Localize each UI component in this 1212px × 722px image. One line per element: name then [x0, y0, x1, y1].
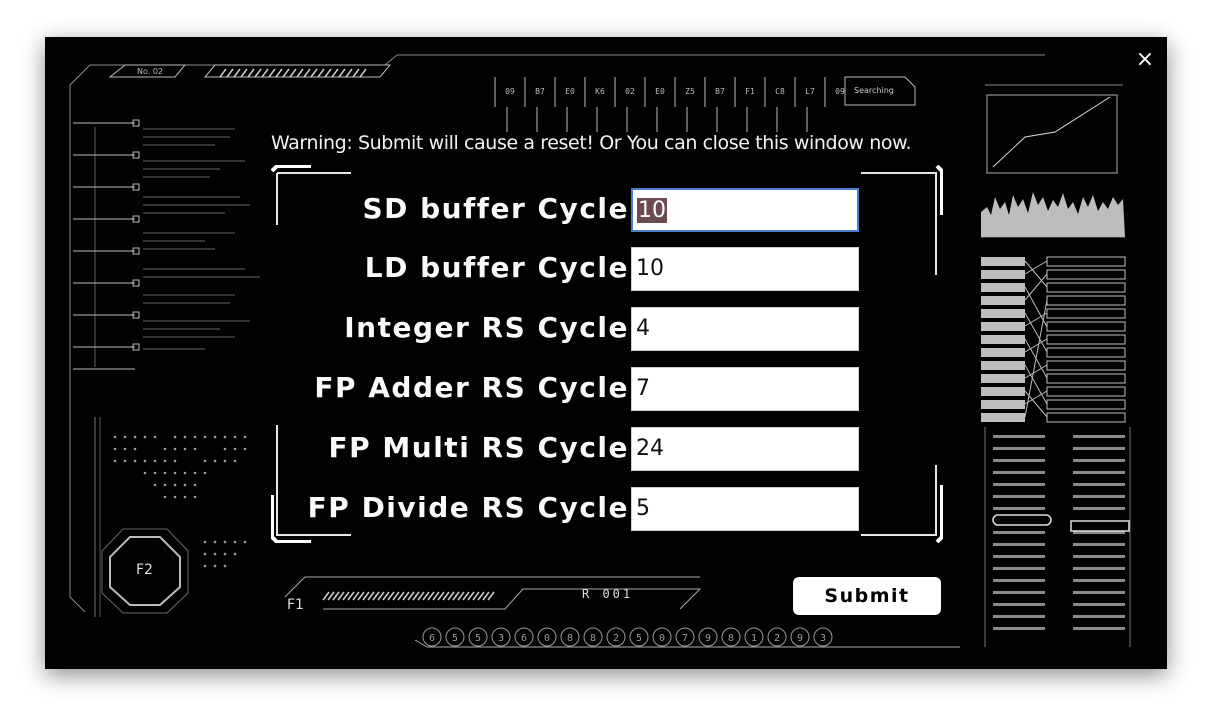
hud-digit: 2 — [613, 633, 619, 644]
hud-digit: 7 — [682, 633, 688, 644]
hud-digit: 9 — [797, 633, 803, 644]
hud-octagon-label: F2 — [136, 562, 153, 578]
hud-code: E0 — [565, 87, 575, 96]
fp-multi-rs-cycle-input[interactable]: 24 — [631, 427, 859, 471]
field-row-fp-multi-rs: FP Multi RS Cycle 24 — [271, 425, 871, 471]
field-label-integer-rs: Integer RS Cycle — [344, 311, 629, 344]
fp-divide-rs-cycle-input[interactable]: 5 — [631, 487, 859, 531]
hud-digit: 5 — [636, 633, 642, 644]
field-label-ld-buffer: LD buffer Cycle — [364, 251, 629, 284]
hud-code: K6 — [595, 87, 605, 96]
hud-digit: 8 — [590, 633, 596, 644]
hud-digit: 1 — [751, 633, 757, 644]
hud-digit: 2 — [774, 633, 780, 644]
field-row-sd-buffer: SD buffer Cycle 10 — [271, 186, 871, 232]
close-button[interactable]: × — [1134, 49, 1156, 71]
field-label-sd-buffer: SD buffer Cycle — [362, 192, 629, 225]
hud-code: B7 — [535, 87, 545, 96]
field-row-fp-divide-rs: FP Divide RS Cycle 5 — [271, 485, 871, 531]
hud-digit: 3 — [820, 633, 826, 644]
hud-code: B7 — [715, 87, 725, 96]
field-label-fp-multi-rs: FP Multi RS Cycle — [328, 431, 629, 464]
hud-code: Z5 — [685, 87, 695, 96]
hud-code: 09 — [835, 87, 845, 96]
hud-status-label: Searching — [854, 86, 894, 95]
submit-button[interactable]: Submit — [793, 577, 941, 615]
field-row-integer-rs: Integer RS Cycle 4 — [271, 305, 871, 351]
hud-code: L7 — [805, 87, 815, 96]
fp-adder-rs-cycle-input[interactable]: 7 — [631, 367, 859, 411]
hud-digit: 6 — [429, 633, 435, 644]
integer-rs-cycle-input[interactable]: 4 — [631, 307, 859, 351]
field-row-fp-adder-rs: FP Adder RS Cycle 7 — [271, 365, 871, 411]
hud-digit: 5 — [452, 633, 458, 644]
sd-buffer-cycle-input[interactable]: 10 — [631, 188, 859, 232]
hud-code: C8 — [775, 87, 785, 96]
field-label-fp-adder-rs: FP Adder RS Cycle — [314, 371, 629, 404]
hud-digit: 9 — [705, 633, 711, 644]
hud-code: F1 — [745, 87, 755, 96]
hud-digit: 0 — [659, 633, 665, 644]
config-dialog: 6 5 5 3 6 0 8 8 2 5 0 7 9 8 1 2 9 3 09 B7 E0 K6 02 E0 Z5 B7 F1 C8 L… — [45, 37, 1167, 669]
hud-digit: 6 — [521, 633, 527, 644]
hud-f1-label: F1 — [287, 597, 304, 613]
selected-value: 10 — [637, 198, 667, 223]
hud-digit: 3 — [498, 633, 504, 644]
hud-readout: R 001 — [582, 587, 634, 601]
hud-digit: 0 — [544, 633, 550, 644]
hud-digit: 8 — [728, 633, 734, 644]
warning-message: Warning: Submit will cause a reset! Or Y… — [271, 132, 912, 154]
hud-top-tag: No. 02 — [137, 67, 164, 76]
hud-code: 02 — [625, 87, 635, 96]
ld-buffer-cycle-input[interactable]: 10 — [631, 247, 859, 291]
field-label-fp-divide-rs: FP Divide RS Cycle — [307, 491, 629, 524]
hud-code: 09 — [505, 87, 515, 96]
field-row-ld-buffer: LD buffer Cycle 10 — [271, 245, 871, 291]
hud-code: E0 — [655, 87, 665, 96]
hud-digit: 5 — [475, 633, 481, 644]
hud-digit: 8 — [567, 633, 573, 644]
